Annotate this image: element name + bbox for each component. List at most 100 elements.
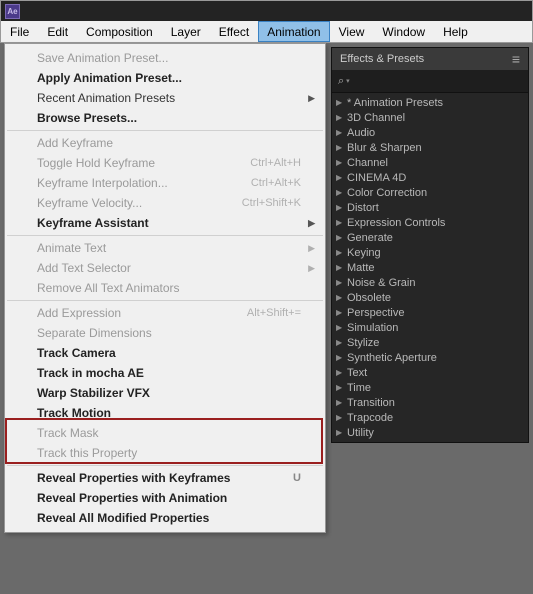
chevron-right-icon: ▶ (308, 218, 315, 229)
menu-item-label: Reveal Properties with Animation (37, 491, 301, 505)
effect-category-color-correction[interactable]: ▶Color Correction (332, 185, 528, 200)
effect-category-simulation[interactable]: ▶Simulation (332, 320, 528, 335)
menu-item-track-motion[interactable]: Track Motion (7, 403, 323, 423)
menu-item-reveal-all-modified-properties[interactable]: Reveal All Modified Properties (7, 508, 323, 528)
effect-category-label: Obsolete (347, 292, 391, 304)
menu-view[interactable]: View (330, 21, 374, 42)
menu-file[interactable]: File (1, 21, 38, 42)
effect-category-label: Distort (347, 202, 379, 214)
effect-category-audio[interactable]: ▶Audio (332, 125, 528, 140)
panel-title: Effects & Presets (340, 53, 512, 65)
chevron-right-icon: ▶ (336, 173, 344, 182)
menu-item-browse-presets[interactable]: Browse Presets... (7, 108, 323, 128)
search-bar[interactable]: ⌕▾ (332, 70, 528, 93)
effect-category-synthetic-aperture[interactable]: ▶Synthetic Aperture (332, 350, 528, 365)
menu-item-track-mask: Track Mask (7, 423, 323, 443)
chevron-right-icon: ▶ (336, 308, 344, 317)
menu-edit[interactable]: Edit (38, 21, 77, 42)
chevron-right-icon: ▶ (336, 413, 344, 422)
chevron-right-icon: ▶ (336, 323, 344, 332)
effect-category-time[interactable]: ▶Time (332, 380, 528, 395)
title-bar: Ae (0, 0, 533, 21)
menu-item-recent-animation-presets[interactable]: Recent Animation Presets▶ (7, 88, 323, 108)
menu-item-label: Keyframe Velocity... (37, 196, 242, 210)
menu-item-label: Animate Text (37, 241, 301, 255)
menu-item-label: Warp Stabilizer VFX (37, 386, 301, 400)
menu-item-keyframe-assistant[interactable]: Keyframe Assistant ▶ (7, 213, 323, 233)
menu-effect[interactable]: Effect (210, 21, 258, 42)
menu-item-reveal-properties-with-animation[interactable]: Reveal Properties with Animation (7, 488, 323, 508)
effect-category-generate[interactable]: ▶Generate (332, 230, 528, 245)
menu-layer[interactable]: Layer (162, 21, 210, 42)
menu-item-track-this-property: Track this Property (7, 443, 323, 463)
effect-category-distort[interactable]: ▶Distort (332, 200, 528, 215)
effect-category-obsolete[interactable]: ▶Obsolete (332, 290, 528, 305)
effect-category-expression-controls[interactable]: ▶Expression Controls (332, 215, 528, 230)
panel-menu-icon[interactable]: ≡ (512, 51, 520, 67)
menu-item-shortcut: Ctrl+Shift+K (242, 197, 301, 209)
chevron-right-icon: ▶ (308, 263, 315, 274)
menu-window[interactable]: Window (373, 21, 434, 42)
menu-item-label: Track Motion (37, 406, 301, 420)
menu-item-separate-dimensions: Separate Dimensions (7, 323, 323, 343)
effect-category-label: Utility (347, 427, 374, 439)
menu-item-remove-all-text-animators: Remove All Text Animators (7, 278, 323, 298)
chevron-right-icon: ▶ (336, 338, 344, 347)
menu-composition[interactable]: Composition (77, 21, 162, 42)
effect-category-label: CINEMA 4D (347, 172, 406, 184)
effect-category-cinema-4d[interactable]: ▶CINEMA 4D (332, 170, 528, 185)
chevron-right-icon: ▶ (308, 243, 315, 254)
menu-item-label: Recent Animation Presets (37, 91, 301, 105)
effect-category-perspective[interactable]: ▶Perspective (332, 305, 528, 320)
effect-category-channel[interactable]: ▶Channel (332, 155, 528, 170)
effect-category-stylize[interactable]: ▶Stylize (332, 335, 528, 350)
effect-category-label: Noise & Grain (347, 277, 415, 289)
effect-category-text[interactable]: ▶Text (332, 365, 528, 380)
effect-category-label: Simulation (347, 322, 398, 334)
menu-item-reveal-properties-with-keyframes[interactable]: Reveal Properties with KeyframesU (7, 468, 323, 488)
effect-category-label: Synthetic Aperture (347, 352, 437, 364)
effect-category-matte[interactable]: ▶Matte (332, 260, 528, 275)
menu-item-track-in-mocha-ae[interactable]: Track in mocha AE (7, 363, 323, 383)
menu-item-add-text-selector: Add Text Selector▶ (7, 258, 323, 278)
chevron-right-icon: ▶ (336, 143, 344, 152)
effect-category-blur-sharpen[interactable]: ▶Blur & Sharpen (332, 140, 528, 155)
menu-item-label: Toggle Hold Keyframe (37, 156, 250, 170)
chevron-right-icon: ▶ (336, 353, 344, 362)
effect-category-label: Keying (347, 247, 381, 259)
effect-category-3d-channel[interactable]: ▶3D Channel (332, 110, 528, 125)
menu-item-save-animation-preset: Save Animation Preset... (7, 48, 323, 68)
menu-item-apply-animation-preset[interactable]: Apply Animation Preset... (7, 68, 323, 88)
menu-item-label: Track in mocha AE (37, 366, 301, 380)
menu-item-track-camera[interactable]: Track Camera (7, 343, 323, 363)
effect-category-trapcode[interactable]: ▶Trapcode (332, 410, 528, 425)
menu-item-label: Separate Dimensions (37, 326, 301, 340)
panel-header[interactable]: Effects & Presets ≡ (332, 48, 528, 70)
effect-category-utility[interactable]: ▶Utility (332, 425, 528, 440)
menu-item-animate-text: Animate Text ▶ (7, 238, 323, 258)
menu-help[interactable]: Help (434, 21, 477, 42)
menu-item-warp-stabilizer-vfx[interactable]: Warp Stabilizer VFX (7, 383, 323, 403)
menu-bar: FileEditCompositionLayerEffectAnimationV… (0, 21, 533, 43)
menu-item-label: Track Mask (37, 426, 301, 440)
chevron-right-icon: ▶ (336, 263, 344, 272)
menu-animation[interactable]: Animation (258, 21, 329, 42)
effect-category-label: Text (347, 367, 367, 379)
effect-category-transition[interactable]: ▶Transition (332, 395, 528, 410)
effect-category-noise-grain[interactable]: ▶Noise & Grain (332, 275, 528, 290)
menu-item-shortcut: Alt+Shift+= (247, 307, 301, 319)
menu-item-label: Keyframe Assistant (37, 216, 301, 230)
chevron-right-icon: ▶ (336, 233, 344, 242)
menu-item-label: Apply Animation Preset... (37, 71, 301, 85)
menu-item-label: Keyframe Interpolation... (37, 176, 251, 190)
menu-item-label: Track this Property (37, 446, 301, 460)
effect-category-keying[interactable]: ▶Keying (332, 245, 528, 260)
menu-item-toggle-hold-keyframe: Toggle Hold KeyframeCtrl+Alt+H (7, 153, 323, 173)
menu-item-add-expression: Add ExpressionAlt+Shift+= (7, 303, 323, 323)
effect-category-animation-presets[interactable]: ▶Animation Presets (332, 95, 528, 110)
menu-item-label: Browse Presets... (37, 111, 301, 125)
chevron-right-icon: ▶ (336, 248, 344, 257)
effect-category-label: Animation Presets (347, 97, 443, 109)
menu-item-label: Reveal All Modified Properties (37, 511, 301, 525)
search-icon: ⌕ (338, 75, 344, 88)
